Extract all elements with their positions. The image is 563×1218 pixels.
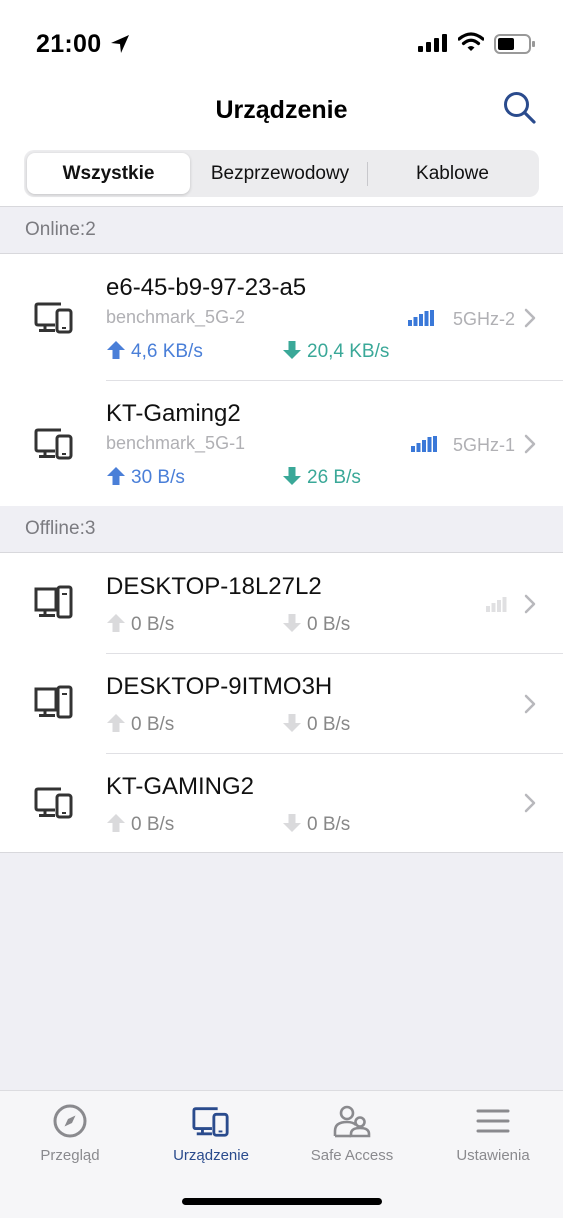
tab-overview[interactable]: Przegląd xyxy=(0,1103,140,1164)
chevron-right-icon xyxy=(524,594,536,614)
device-icon xyxy=(34,585,73,619)
compass-icon xyxy=(53,1104,87,1138)
frequency-band: 5GHz-1 xyxy=(452,435,515,455)
download-arrow-icon xyxy=(283,341,301,359)
device-ssid: benchmark_5G-1 xyxy=(106,433,246,453)
device-type-segmented-control: Wszystkie Bezprzewodowy Kablowe xyxy=(24,150,539,197)
upload-rate-value: 4,6 KB/s xyxy=(131,341,203,362)
device-row[interactable]: DESKTOP-9ITMO3H 0 B/s 0 B/s xyxy=(0,653,563,753)
upload-rate-value: 0 B/s xyxy=(131,714,175,735)
upload-rate: 0 B/s xyxy=(106,813,174,836)
page-title: Urządzenie xyxy=(215,96,348,124)
upload-arrow-icon xyxy=(107,341,125,359)
download-arrow-icon xyxy=(283,614,301,632)
tab-safe-access[interactable]: Safe Access xyxy=(282,1103,422,1164)
segment-all[interactable]: Wszystkie xyxy=(27,153,190,194)
tab-label: Przegląd xyxy=(40,1147,100,1164)
segment-wired[interactable]: Kablowe xyxy=(369,153,536,194)
status-time: 21:00 xyxy=(36,30,102,58)
download-arrow-icon xyxy=(283,814,301,832)
download-rate: 0 B/s xyxy=(282,613,350,636)
device-name: DESKTOP-18L27L2 xyxy=(106,573,322,600)
filter-bar: Wszystkie Bezprzewodowy Kablowe xyxy=(0,140,563,207)
device-row[interactable]: e6-45-b9-97-23-a5 benchmark_5G-2 4,6 KB/… xyxy=(0,254,563,380)
download-rate-value: 0 B/s xyxy=(307,614,351,635)
home-indicator[interactable] xyxy=(182,1198,382,1205)
upload-arrow-icon xyxy=(107,714,125,732)
device-name: KT-GAMING2 xyxy=(106,773,255,800)
upload-rate: 4,6 KB/s xyxy=(106,340,203,363)
chevron-right-icon xyxy=(524,434,536,454)
tab-settings[interactable]: Ustawienia xyxy=(423,1103,563,1164)
download-rate: 0 B/s xyxy=(282,813,350,836)
offline-device-list: DESKTOP-18L27L2 0 B/s 0 B/s DESKTOP-9ITM… xyxy=(0,552,563,853)
device-name: e6-45-b9-97-23-a5 xyxy=(106,274,307,301)
users-icon xyxy=(333,1105,371,1138)
download-rate: 0 B/s xyxy=(282,713,350,736)
signal-strength-icon xyxy=(408,310,434,326)
download-rate-value: 20,4 KB/s xyxy=(307,341,390,362)
tab-label: Ustawienia xyxy=(456,1147,530,1164)
upload-rate: 0 B/s xyxy=(106,713,174,736)
upload-arrow-icon xyxy=(107,814,125,832)
download-rate: 26 B/s xyxy=(282,466,361,489)
signal-strength-icon xyxy=(411,436,437,452)
download-arrow-icon xyxy=(283,714,301,732)
tab-label: Safe Access xyxy=(310,1147,394,1164)
status-bar: 21:00 xyxy=(0,0,563,80)
device-icon xyxy=(34,787,73,819)
menu-icon xyxy=(476,1109,510,1133)
cellular-signal-icon xyxy=(418,34,447,52)
download-arrow-icon xyxy=(283,467,301,485)
signal-strength-icon xyxy=(486,597,507,612)
search-icon[interactable] xyxy=(502,90,538,126)
device-name: DESKTOP-9ITMO3H xyxy=(106,673,333,700)
upload-rate: 30 B/s xyxy=(106,466,185,489)
segment-wireless[interactable]: Bezprzewodowy xyxy=(195,153,365,194)
wifi-icon xyxy=(458,32,484,51)
device-icon xyxy=(34,302,73,334)
device-name: KT-Gaming2 xyxy=(106,400,241,427)
download-rate: 20,4 KB/s xyxy=(282,340,389,363)
chevron-right-icon xyxy=(524,694,536,714)
devices-icon xyxy=(192,1107,229,1137)
device-row[interactable]: KT-GAMING2 0 B/s 0 B/s xyxy=(0,753,563,852)
upload-rate-value: 0 B/s xyxy=(131,614,175,635)
chevron-right-icon xyxy=(524,308,536,328)
battery-icon xyxy=(494,34,535,54)
download-rate-value: 0 B/s xyxy=(307,714,351,735)
device-row[interactable]: KT-Gaming2 benchmark_5G-1 30 B/s 26 B/s … xyxy=(0,380,563,506)
location-arrow-icon xyxy=(111,35,129,53)
device-icon xyxy=(34,685,73,719)
online-device-list: e6-45-b9-97-23-a5 benchmark_5G-2 4,6 KB/… xyxy=(0,253,563,507)
download-rate-value: 26 B/s xyxy=(307,467,361,488)
tab-label: Urządzenie xyxy=(173,1147,249,1164)
device-icon xyxy=(34,428,73,460)
device-ssid: benchmark_5G-2 xyxy=(106,307,246,327)
navigation-bar: Urządzenie xyxy=(0,80,563,140)
section-header-offline: Offline:3 xyxy=(0,506,563,552)
upload-rate-value: 0 B/s xyxy=(131,814,175,835)
upload-arrow-icon xyxy=(107,467,125,485)
frequency-band: 5GHz-2 xyxy=(452,309,515,329)
upload-rate-value: 30 B/s xyxy=(131,467,185,488)
download-rate-value: 0 B/s xyxy=(307,814,351,835)
upload-rate: 0 B/s xyxy=(106,613,174,636)
tab-devices[interactable]: Urządzenie xyxy=(141,1103,281,1164)
chevron-right-icon xyxy=(524,793,536,813)
section-header-online: Online:2 xyxy=(0,207,563,253)
segment-divider xyxy=(367,162,368,186)
upload-arrow-icon xyxy=(107,614,125,632)
device-row[interactable]: DESKTOP-18L27L2 0 B/s 0 B/s xyxy=(0,553,563,653)
